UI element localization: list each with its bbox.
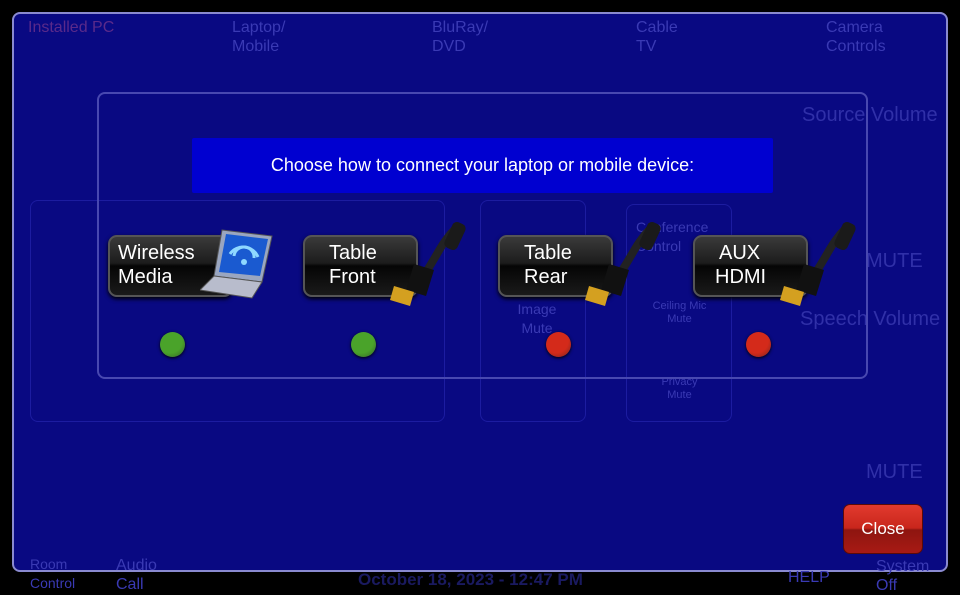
tab-camera-controls: Camera Controls: [826, 19, 886, 55]
status-indicator-table-front: [351, 332, 376, 357]
tab-bluray-dvd: BluRay/ DVD: [432, 19, 489, 55]
tab-laptop-mobile: Laptop/ Mobile: [232, 19, 286, 55]
tab-installed-pc: Installed PC: [28, 19, 115, 36]
tab-cable-tv: Cable TV: [636, 19, 678, 55]
hdmi-cable-icon: [390, 221, 466, 306]
status-indicator-table-rear: [546, 332, 571, 357]
system-off-button: System Off: [876, 558, 930, 594]
speech-mute-button: MUTE: [866, 461, 923, 483]
room-control-button: Room Control: [30, 556, 76, 591]
dialog-title-text: Choose how to connect your laptop or mob…: [270, 155, 695, 175]
hdmi-cable-icon: [780, 221, 856, 306]
status-indicator-wireless-media: [160, 332, 185, 357]
source-mute-button: MUTE: [866, 250, 923, 272]
dialog-title: Choose how to connect your laptop or mob…: [192, 138, 773, 193]
status-indicator-aux-hdmi: [746, 332, 771, 357]
hdmi-cable-icon: [585, 221, 661, 306]
datetime-display: October 18, 2023 - 12:47 PM: [358, 570, 583, 589]
close-button-label: Close: [861, 519, 905, 538]
audio-call-button: Audio Call: [116, 557, 157, 593]
close-button[interactable]: Close: [843, 504, 923, 554]
laptop-wifi-icon: [200, 229, 273, 299]
help-button: HELP: [788, 569, 830, 586]
